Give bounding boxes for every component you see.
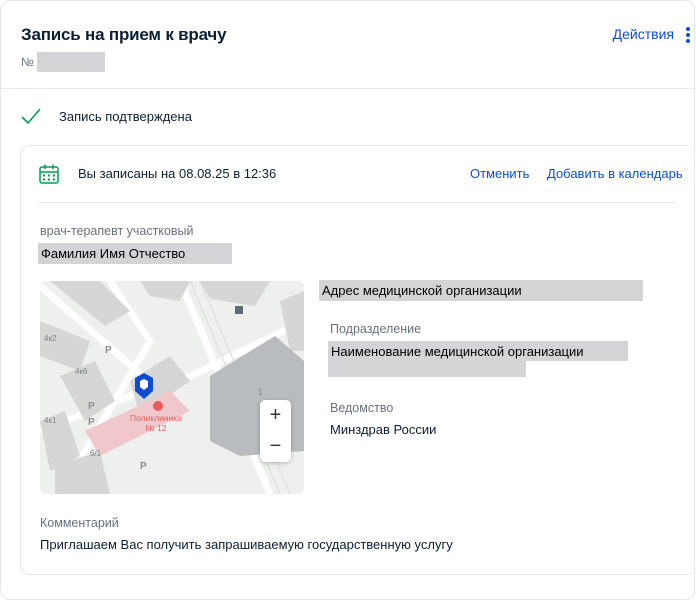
parking-label: P <box>88 401 95 412</box>
comment-text: Приглашаем Вас получить запрашиваемую го… <box>40 537 453 552</box>
cancel-appointment-link[interactable]: Отменить <box>470 166 529 181</box>
clinic-map[interactable]: 4к2 4к6 4к1 6/1 1 P P P P Поликлиника № … <box>40 281 304 494</box>
map-zoom-controls: + − <box>260 400 291 462</box>
header-divider <box>0 88 696 89</box>
add-to-calendar-link[interactable]: Добавить в календарь <box>547 166 683 181</box>
division-name: Наименование медицинской организации <box>328 341 628 361</box>
record-number-label: № <box>21 55 34 69</box>
clinic-poi-number: № 12 <box>146 423 167 433</box>
clinic-poi-icon <box>153 401 163 411</box>
record-number-redacted <box>37 52 105 72</box>
map-label-6-1: 6/1 <box>90 449 102 458</box>
calendar-icon <box>39 164 59 184</box>
appointment-datetime: Вы записаны на 08.08.25 в 12:36 <box>78 166 277 181</box>
kebab-menu-icon[interactable] <box>686 27 690 43</box>
zoom-out-button[interactable]: − <box>260 431 291 462</box>
division-label: Подразделение <box>330 322 422 336</box>
doctor-name: Фамилия Имя Отчество <box>38 243 232 264</box>
map-canvas: 4к2 4к6 4к1 6/1 1 P P P P Поликлиника № … <box>40 281 304 494</box>
page-title: Запись на прием к врачу <box>21 25 227 44</box>
card-divider <box>38 202 676 203</box>
division-name-redacted <box>328 361 526 377</box>
parking-label: P <box>105 345 112 356</box>
comment-label: Комментарий <box>40 516 119 530</box>
zoom-in-button[interactable]: + <box>260 400 291 431</box>
map-label-4k6: 4к6 <box>75 367 88 376</box>
clinic-address: Адрес медицинской организации <box>319 280 643 301</box>
doctor-specialty: врач-терапевт участковый <box>40 224 194 238</box>
map-label-4k2: 4к2 <box>44 334 57 343</box>
actions-button[interactable]: Действия <box>613 26 674 42</box>
checkmark-icon <box>21 108 41 125</box>
status-text: Запись подтверждена <box>59 109 192 124</box>
map-label-1: 1 <box>258 388 263 397</box>
department-value: Минздрав России <box>330 422 437 437</box>
department-label: Ведомство <box>330 401 394 415</box>
map-label-4k1: 4к1 <box>44 416 57 425</box>
parking-label: P <box>88 417 95 428</box>
parking-label: P <box>140 461 147 472</box>
clinic-poi-name: Поликлиника <box>130 413 182 423</box>
